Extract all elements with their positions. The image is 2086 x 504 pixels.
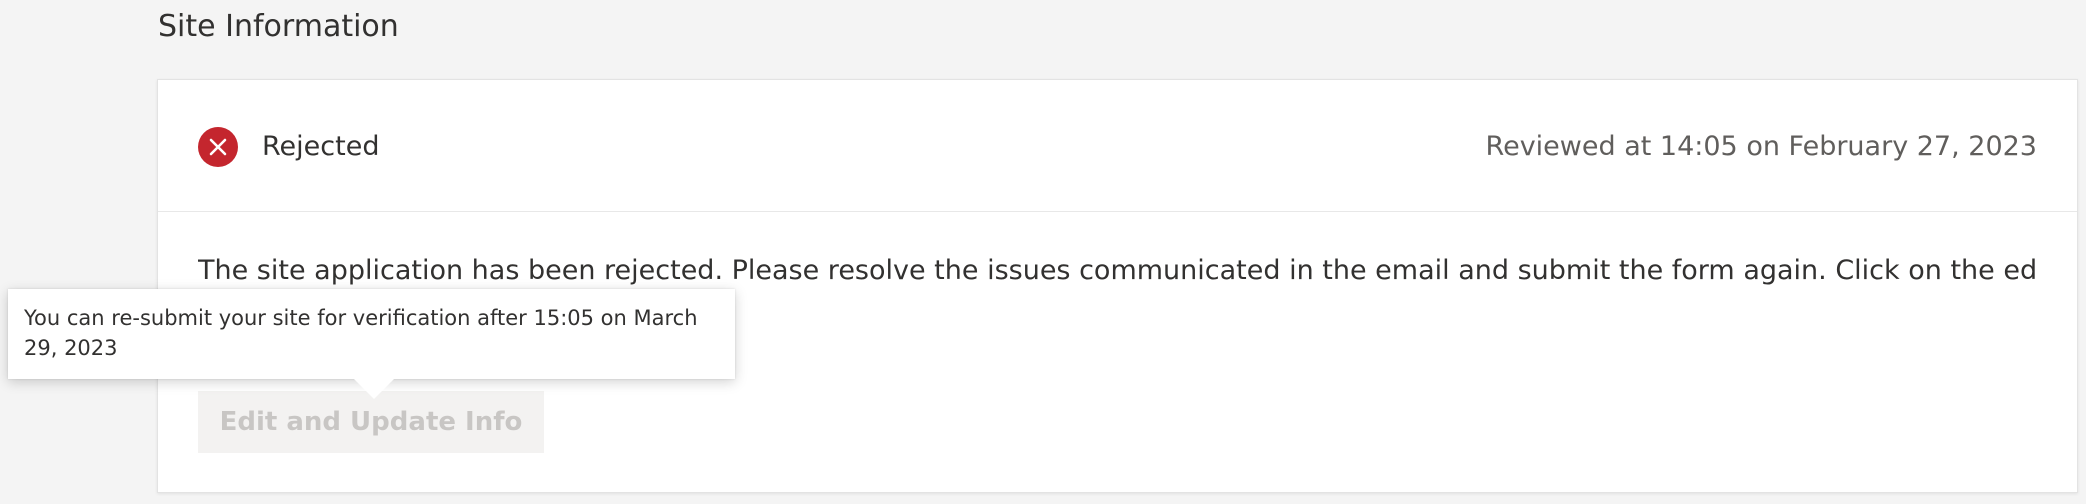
reviewed-timestamp: Reviewed at 14:05 on February 27, 2023	[1485, 131, 2037, 162]
error-circle-icon	[198, 127, 238, 167]
card-header: Rejected Reviewed at 14:05 on February 2…	[158, 80, 2077, 212]
edit-update-info-button[interactable]: Edit and Update Info	[198, 391, 544, 453]
resubmit-tooltip: You can re-submit your site for verifica…	[8, 289, 735, 379]
tooltip-beak	[354, 379, 394, 399]
rejection-message: The site application has been rejected. …	[198, 255, 2038, 286]
status-label: Rejected	[262, 131, 380, 162]
site-status-card: Rejected Reviewed at 14:05 on February 2…	[157, 79, 2078, 493]
section-title: Site Information	[158, 9, 399, 44]
